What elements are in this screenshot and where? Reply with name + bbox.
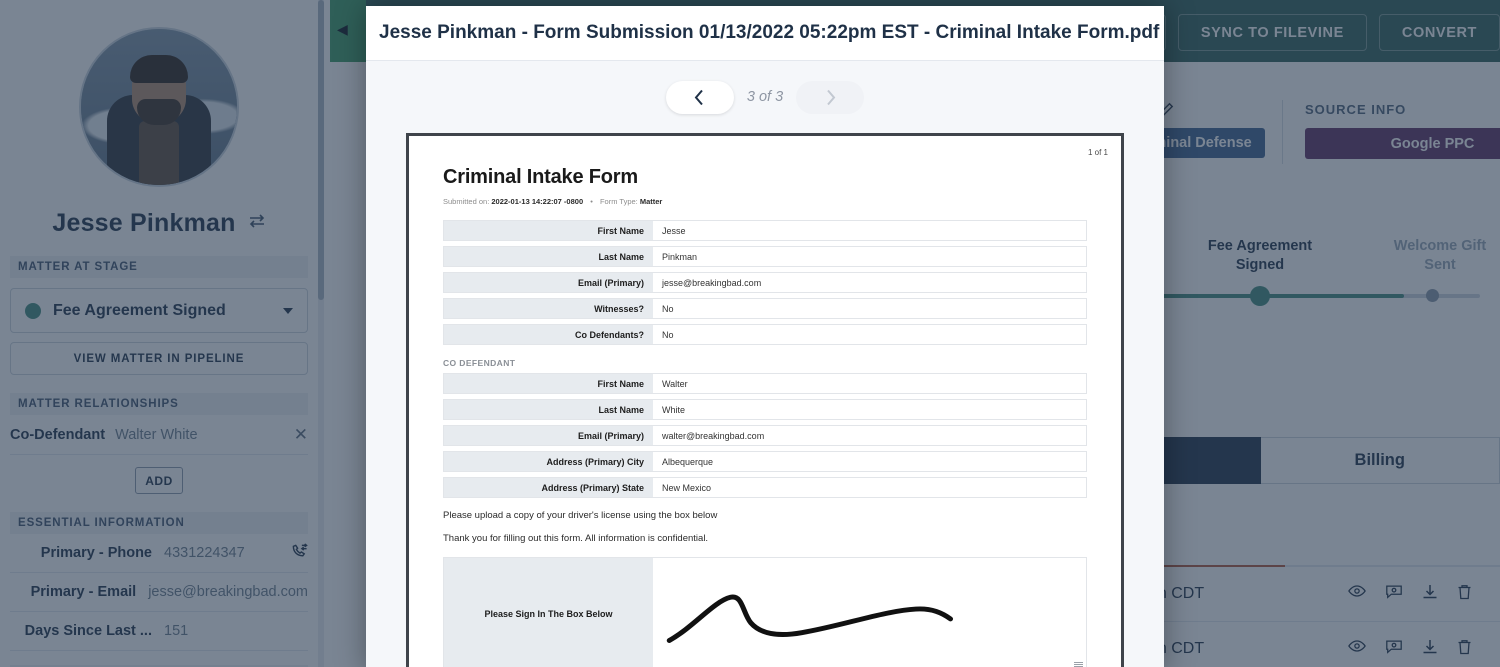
signature-field: Please Sign In The Box Below	[443, 557, 1087, 667]
form-field-row: First Name Walter	[443, 373, 1087, 394]
field-value: walter@breakingbad.com	[653, 426, 1086, 445]
submitted-on-value: 2022-01-13 14:22:07 -0800	[491, 197, 583, 206]
next-page-button[interactable]	[796, 81, 864, 114]
form-field-row: First Name Jesse	[443, 220, 1087, 241]
pdf-content: 1 of 1 Criminal Intake Form Submitted on…	[409, 136, 1121, 667]
field-value: Pinkman	[653, 247, 1086, 266]
form-heading: Criminal Intake Form	[443, 166, 1087, 189]
form-submitted-meta: Submitted on: 2022-01-13 14:22:07 -0800 …	[443, 197, 1087, 206]
pdf-page-container: 1 of 1 Criminal Intake Form Submitted on…	[366, 133, 1164, 667]
form-field-row: Last Name Pinkman	[443, 246, 1087, 267]
modal-title-bar: Jesse Pinkman - Form Submission 01/13/20…	[366, 6, 1164, 61]
thank-you-text: Thank you for filling out this form. All…	[443, 533, 1087, 544]
form-field-row: Co Defendants? No	[443, 324, 1087, 345]
form-field-row: Address (Primary) City Albequerque	[443, 451, 1087, 472]
field-label: Email (Primary)	[444, 426, 653, 445]
field-label: Last Name	[444, 247, 653, 266]
field-value: New Mexico	[653, 478, 1086, 497]
form-field-row: Last Name White	[443, 399, 1087, 420]
document-preview-modal: Jesse Pinkman - Form Submission 01/13/20…	[366, 6, 1164, 667]
meta-separator: •	[590, 197, 593, 206]
form-field-row: Address (Primary) State New Mexico	[443, 477, 1087, 498]
field-label: Address (Primary) City	[444, 452, 653, 471]
modal-title: Jesse Pinkman - Form Submission 01/13/20…	[379, 22, 1159, 44]
field-value: Albequerque	[653, 452, 1086, 471]
signature-label: Please Sign In The Box Below	[444, 558, 653, 667]
form-field-row: Email (Primary) walter@breakingbad.com	[443, 425, 1087, 446]
previous-page-button[interactable]	[666, 81, 734, 114]
upload-instruction-text: Please upload a copy of your driver's li…	[443, 510, 1087, 521]
form-type-value: Matter	[640, 197, 663, 206]
pdf-page-indicator: 1 of 1	[1088, 148, 1108, 157]
toolbar-left-strip	[330, 0, 366, 62]
field-value: jesse@breakingbad.com	[653, 273, 1086, 292]
field-label: Witnesses?	[444, 299, 653, 318]
field-value: Walter	[653, 374, 1086, 393]
field-value: White	[653, 400, 1086, 419]
form-field-row: Witnesses? No	[443, 298, 1087, 319]
primary-fields-group: First Name Jesse Last Name Pinkman Email…	[443, 220, 1087, 345]
form-type-label: Form Type:	[600, 197, 638, 206]
page-count-label: 3 of 3	[747, 89, 783, 105]
signature-pad[interactable]	[653, 558, 1086, 667]
signature-stroke	[653, 558, 1086, 667]
document-pager: 3 of 3	[366, 61, 1164, 133]
field-label: Address (Primary) State	[444, 478, 653, 497]
field-label: First Name	[444, 374, 653, 393]
field-label: Co Defendants?	[444, 325, 653, 344]
form-field-row: Email (Primary) jesse@breakingbad.com	[443, 272, 1087, 293]
field-label: Email (Primary)	[444, 273, 653, 292]
field-value: Jesse	[653, 221, 1086, 240]
field-value: No	[653, 299, 1086, 318]
resize-grip-icon[interactable]	[1074, 662, 1083, 667]
co-defendant-group-label: CO DEFENDANT	[443, 358, 1087, 368]
field-label: First Name	[444, 221, 653, 240]
chevron-left-icon[interactable]: ◀	[337, 21, 348, 38]
screen: TO CLIO SYNC TO FILEVINE CONVERT Jesse P…	[0, 0, 1500, 667]
field-label: Last Name	[444, 400, 653, 419]
co-defendant-fields-group: First Name Walter Last Name White Email …	[443, 373, 1087, 498]
submitted-on-label: Submitted on:	[443, 197, 489, 206]
field-value: No	[653, 325, 1086, 344]
pdf-page[interactable]: 1 of 1 Criminal Intake Form Submitted on…	[406, 133, 1124, 667]
